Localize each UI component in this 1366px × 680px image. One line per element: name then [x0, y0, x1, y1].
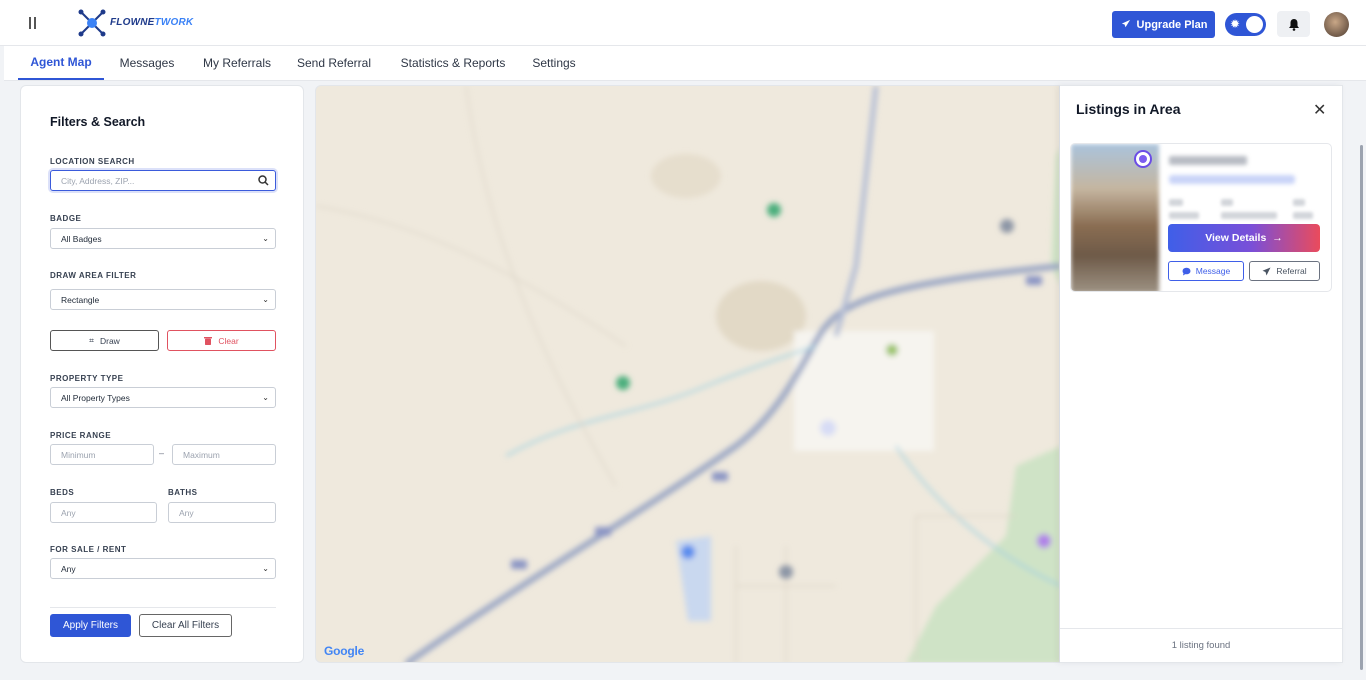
arrow-right-icon: → [1272, 232, 1283, 244]
view-details-button[interactable]: View Details → [1168, 224, 1320, 252]
location-search-label: LOCATION SEARCH [50, 157, 135, 166]
price-min-placeholder: Minimum [61, 449, 96, 460]
tab-statistics-reports[interactable]: Statistics & Reports [394, 46, 512, 80]
price-range-separator: – [159, 448, 165, 458]
rocket-icon [1121, 19, 1130, 28]
draw-button-label: Draw [99, 335, 120, 346]
close-icon[interactable]: ✕ [1313, 100, 1326, 120]
apply-filters-button[interactable]: Apply Filters [50, 614, 131, 637]
filters-panel: Filters & Search LOCATION SEARCH City, A… [20, 85, 304, 663]
chevron-down-icon: ⌄ [262, 295, 269, 304]
draw-area-label: DRAW AREA FILTER [50, 271, 137, 280]
listing-stat-redacted [1169, 199, 1183, 206]
listings-title: Listings in Area [1076, 101, 1181, 117]
bell-icon [1288, 18, 1299, 31]
message-button-label: Message [1195, 266, 1231, 276]
baths-placeholder: Any [179, 507, 194, 518]
price-max-input[interactable]: Maximum [172, 444, 276, 465]
listings-panel: Listings in Area ✕ View Details → Messag… [1059, 85, 1343, 663]
main-nav: Agent Map Messages My Referrals Send Ref… [4, 46, 1366, 81]
listing-card[interactable]: View Details → Message Referral [1070, 143, 1332, 292]
draw-area-select-value: Rectangle [61, 294, 100, 305]
clear-all-filters-button[interactable]: Clear All Filters [139, 614, 232, 637]
notifications-button[interactable] [1277, 11, 1310, 37]
badge-select-value: All Badges [61, 233, 102, 244]
beds-input[interactable]: Any [50, 502, 157, 523]
baths-input[interactable]: Any [168, 502, 276, 523]
sale-rent-select-value: Any [61, 563, 76, 574]
send-icon [1262, 267, 1271, 275]
tab-settings[interactable]: Settings [528, 46, 580, 80]
logo-icon [78, 9, 106, 37]
tab-my-referrals[interactable]: My Referrals [198, 46, 276, 80]
tab-agent-map[interactable]: Agent Map [18, 46, 104, 80]
referral-button-label: Referral [1276, 266, 1307, 276]
listings-footer-divider [1060, 628, 1342, 629]
page-scrollbar[interactable] [1360, 145, 1363, 670]
baths-label: BATHS [168, 488, 198, 497]
chevron-down-icon: ⌄ [262, 564, 269, 573]
toggle-knob [1246, 16, 1263, 33]
message-button[interactable]: Message [1168, 261, 1244, 281]
map-view[interactable]: Google [315, 85, 1060, 663]
map-canvas [316, 86, 1059, 662]
chevron-down-icon: ⌄ [262, 234, 269, 243]
filters-divider [50, 607, 276, 608]
listing-address-redacted [1169, 175, 1295, 184]
user-avatar[interactable] [1324, 12, 1349, 37]
tab-send-referral[interactable]: Send Referral [294, 46, 374, 80]
listing-title-redacted [1169, 156, 1247, 165]
chevron-down-icon: ⌄ [262, 393, 269, 402]
sale-rent-select[interactable]: Any ⌄ [50, 558, 276, 579]
upgrade-plan-label: Upgrade Plan [1136, 18, 1208, 31]
draw-shape-icon: ⌗ [89, 335, 94, 345]
location-search-placeholder: City, Address, ZIP... [61, 175, 135, 186]
badge-select[interactable]: All Badges ⌄ [50, 228, 276, 249]
clear-draw-button[interactable]: Clear [167, 330, 276, 351]
listing-stat-redacted [1169, 212, 1199, 219]
price-max-placeholder: Maximum [183, 449, 220, 460]
view-details-label: View Details [1205, 232, 1267, 244]
search-icon [258, 175, 269, 186]
price-range-label: PRICE RANGE [50, 431, 112, 440]
price-min-input[interactable]: Minimum [50, 444, 154, 465]
sale-rent-label: FOR SALE / RENT [50, 545, 127, 554]
sidebar-toggle-icon[interactable] [29, 17, 39, 31]
upgrade-plan-button[interactable]: Upgrade Plan [1112, 11, 1215, 38]
draw-button[interactable]: ⌗ Draw [50, 330, 159, 351]
beds-placeholder: Any [61, 507, 76, 518]
clear-draw-label: Clear [218, 335, 239, 346]
referral-button[interactable]: Referral [1249, 261, 1320, 281]
listing-stat-redacted [1293, 199, 1305, 206]
google-attribution: Google [324, 644, 365, 658]
listing-stat-redacted [1221, 212, 1277, 219]
listing-stat-redacted [1293, 212, 1313, 219]
sun-icon: ✹ [1230, 17, 1241, 31]
property-type-label: PROPERTY TYPE [50, 374, 124, 383]
beds-label: BEDS [50, 488, 75, 497]
top-header: FLOWNETWORK Upgrade Plan ✹ [0, 0, 1366, 46]
chat-icon [1182, 267, 1191, 275]
draw-area-select[interactable]: Rectangle ⌄ [50, 289, 276, 310]
tab-messages[interactable]: Messages [114, 46, 180, 80]
trash-icon [204, 337, 213, 345]
property-type-select[interactable]: All Property Types ⌄ [50, 387, 276, 408]
theme-toggle[interactable]: ✹ [1225, 13, 1266, 36]
property-type-select-value: All Property Types [61, 392, 130, 403]
filters-title: Filters & Search [50, 115, 146, 129]
location-search-input[interactable]: City, Address, ZIP... [50, 170, 276, 191]
brand-name: FLOWNETWORK [110, 17, 194, 28]
listing-stat-redacted [1221, 199, 1233, 206]
listing-badge-icon [1134, 150, 1152, 168]
badge-label: BADGE [50, 214, 82, 223]
listing-count: 1 listing found [1171, 640, 1231, 651]
